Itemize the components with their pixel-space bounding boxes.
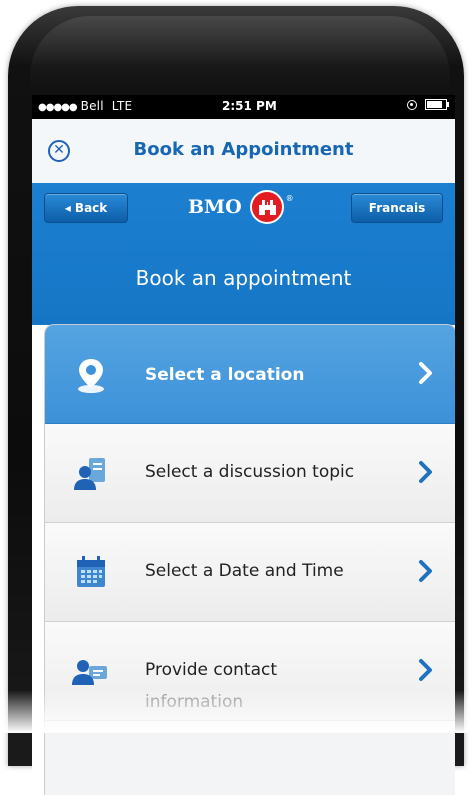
language-button[interactable]: Francais	[351, 193, 443, 223]
bmo-roundel-icon	[249, 190, 284, 224]
signal-icon: ●●●●●	[38, 102, 78, 113]
status-right	[407, 99, 449, 110]
chevron-right-icon	[419, 659, 432, 681]
location-pin-icon	[78, 359, 104, 393]
title-bar: ✕ Book an Appointment	[32, 119, 455, 184]
section-heading: Book an appointment	[135, 266, 352, 290]
chevron-right-icon	[419, 560, 432, 582]
registered-mark: ®	[285, 193, 294, 203]
contact-card-icon	[72, 660, 107, 685]
chevron-right-icon	[419, 362, 432, 384]
phone-frame: ●●●●● Bell LTE 2:51 PM ✕ Book an Appointm…	[8, 6, 464, 795]
page-title: Book an Appointment	[133, 139, 354, 160]
chevron-right-icon	[419, 461, 432, 483]
step-label: Select a location	[145, 365, 305, 385]
carrier-info: ●●●●● Bell LTE	[38, 99, 132, 113]
app-header: ◂ Back BMO ® Francais Book an appointmen…	[32, 183, 455, 325]
step-discussion-topic[interactable]: Select a discussion topic	[45, 424, 455, 523]
status-time: 2:51 PM	[222, 99, 277, 113]
calendar-icon	[77, 556, 105, 587]
bottom-fade	[0, 690, 470, 733]
step-label-main: Provide contact	[145, 660, 278, 680]
status-bar: ●●●●● Bell LTE 2:51 PM	[32, 95, 455, 119]
step-select-location[interactable]: Select a location	[45, 325, 455, 424]
step-label: Select a Date and Time	[145, 561, 344, 581]
discussion-topic-icon	[74, 458, 105, 490]
logo-text: BMO	[188, 196, 242, 218]
battery-icon	[425, 99, 449, 110]
step-label: Select a discussion topic	[145, 462, 355, 482]
phone-gloss	[30, 16, 450, 90]
step-date-time[interactable]: Select a Date and Time	[45, 523, 455, 622]
back-button[interactable]: ◂ Back	[44, 193, 128, 223]
carrier-name: Bell	[80, 99, 104, 113]
network-type: LTE	[111, 99, 133, 113]
bmo-logo: BMO ®	[188, 189, 294, 225]
rotation-lock-icon	[407, 99, 417, 110]
